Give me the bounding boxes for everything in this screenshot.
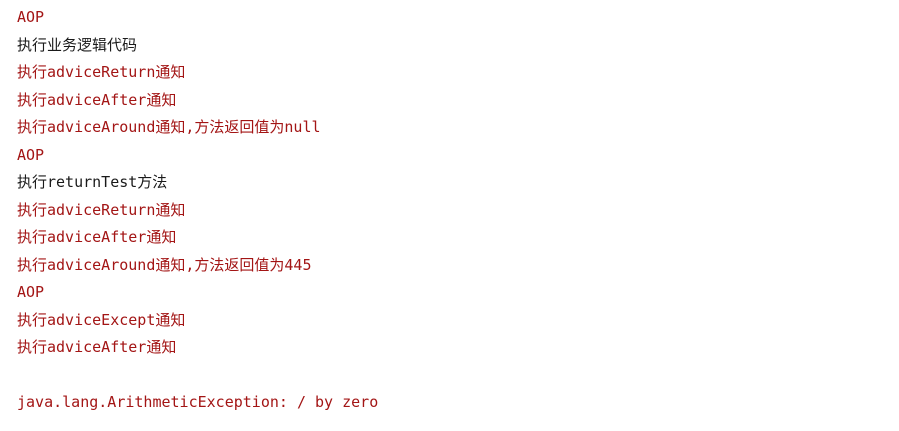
- console-line: AOP: [17, 283, 45, 301]
- console-line: 执行业务逻辑代码: [17, 35, 138, 54]
- console-line: 执行adviceReturn通知: [17, 200, 186, 219]
- console-line: 执行adviceAfter通知: [17, 228, 177, 246]
- console-line: 执行adviceReturn通知: [17, 63, 186, 81]
- exception-line[interactable]: java.lang.ArithmeticException: / by zero: [17, 389, 899, 417]
- console-line: 执行adviceExcept通知: [17, 310, 186, 329]
- console-line: 执行adviceAfter通知: [17, 338, 177, 356]
- console-line: AOP: [17, 8, 45, 26]
- console-line: 执行adviceAround通知,方法返回值为445: [17, 255, 312, 274]
- console-line: 执行returnTest方法: [17, 173, 168, 191]
- console-line: AOP: [17, 145, 45, 164]
- console-output: AOP 执行业务逻辑代码 执行adviceReturn通知 执行adviceAf…: [17, 4, 899, 431]
- console-line: 执行adviceAround通知,方法返回值为null: [17, 118, 321, 136]
- console-line: 执行adviceAfter通知: [17, 90, 177, 109]
